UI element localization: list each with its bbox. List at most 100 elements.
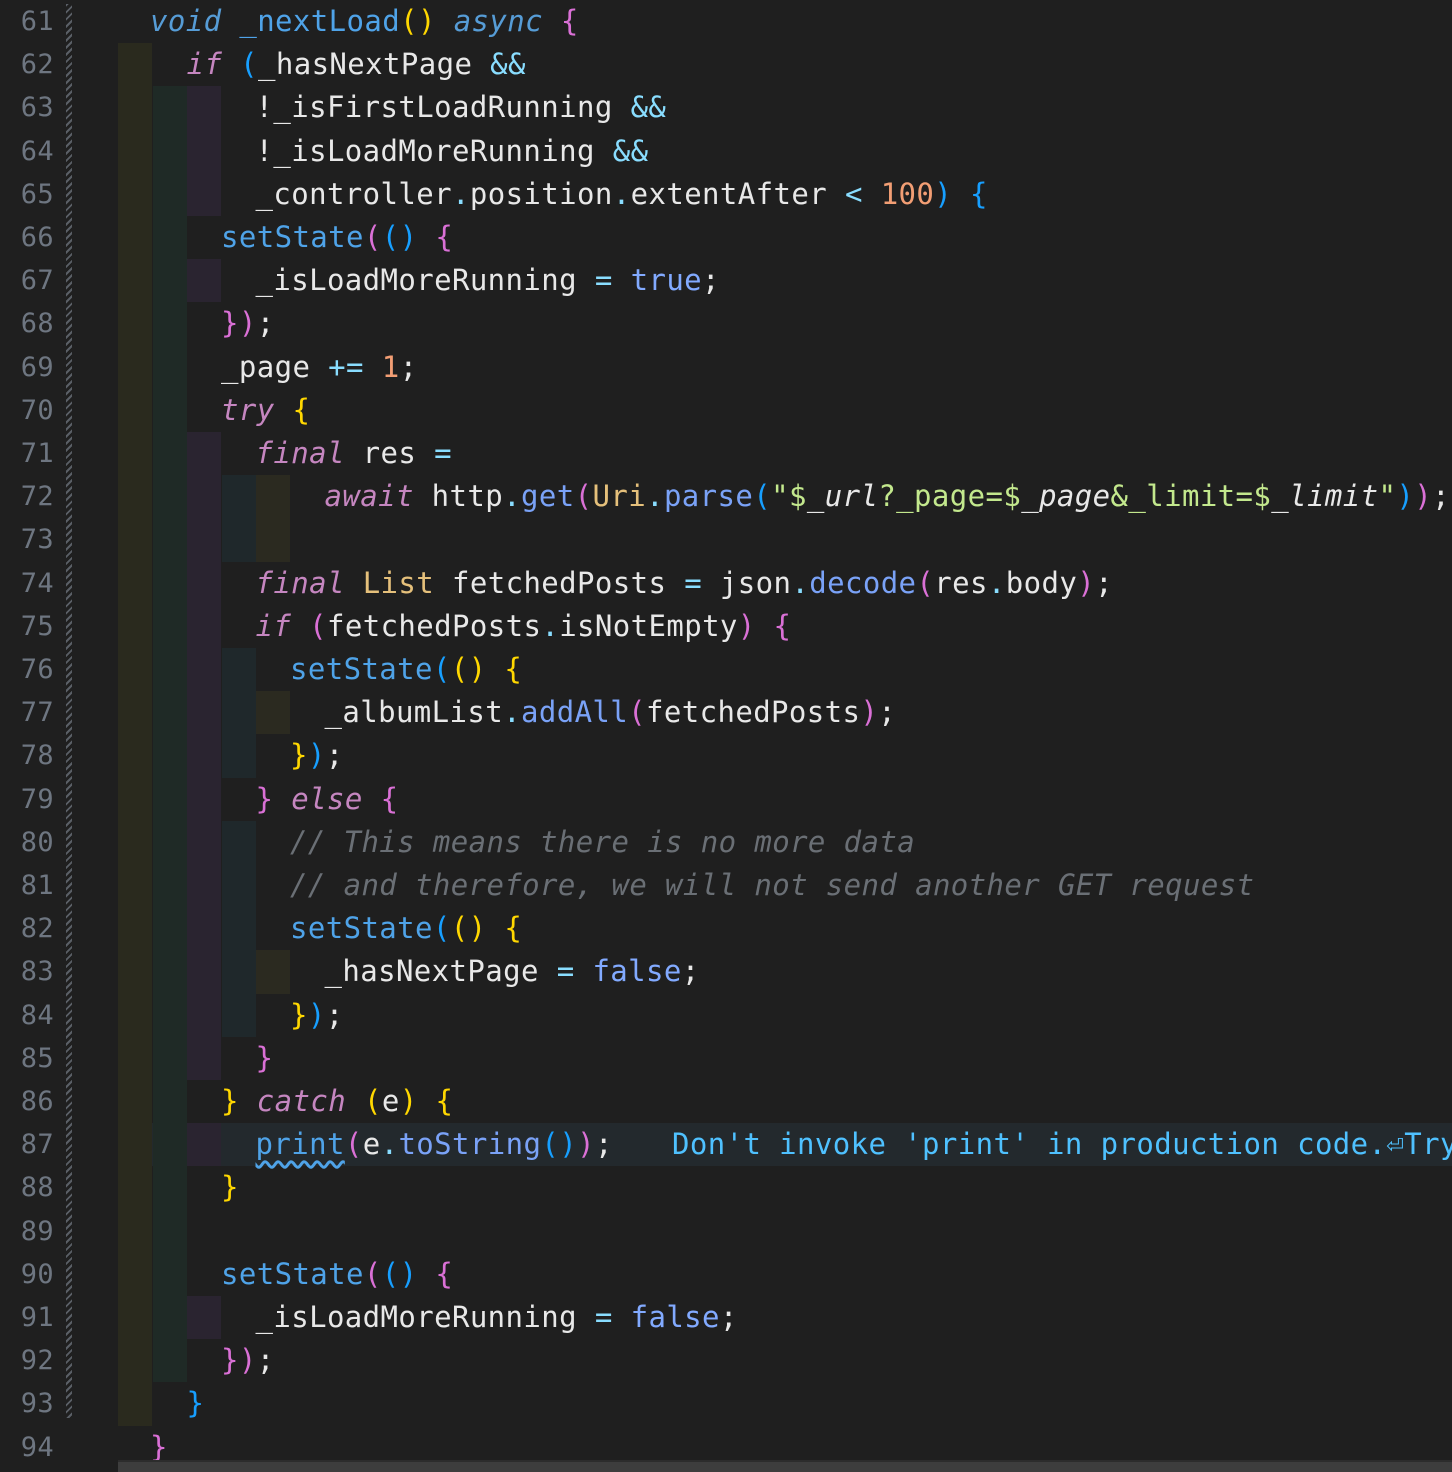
code-line[interactable]: 81 // and therefore, we will not send ano…	[0, 864, 1452, 908]
code-line[interactable]: 80 // This means there is no more data	[0, 820, 1452, 864]
line-number[interactable]: 73	[0, 518, 54, 561]
code-text[interactable]: }	[256, 1037, 274, 1080]
line-number[interactable]: 92	[0, 1339, 54, 1382]
line-number[interactable]: 69	[0, 346, 54, 389]
line-number[interactable]: 80	[0, 821, 54, 864]
code-line[interactable]: 66 setState(() {	[0, 216, 1452, 260]
code-line[interactable]: 90 setState(() {	[0, 1252, 1452, 1296]
code-line[interactable]: 64 !_isLoadMoreRunning &&	[0, 129, 1452, 173]
code-text[interactable]: final res =	[256, 432, 453, 475]
line-number[interactable]: 74	[0, 562, 54, 605]
code-text[interactable]: });	[290, 734, 344, 777]
code-text[interactable]: _isLoadMoreRunning = true;	[256, 259, 720, 302]
code-line[interactable]: 73	[0, 518, 1452, 562]
code-line[interactable]: 75 if (fetchedPosts.isNotEmpty) {	[0, 604, 1452, 648]
code-editor[interactable]: 61 void _nextLoad() async { 62 if (_hasNext…	[0, 0, 1452, 1472]
line-number[interactable]: 76	[0, 648, 54, 691]
line-number[interactable]: 65	[0, 173, 54, 216]
code-text[interactable]: setState(() {	[221, 216, 453, 259]
line-number[interactable]: 64	[0, 130, 54, 173]
line-number[interactable]: 67	[0, 259, 54, 302]
line-number[interactable]: 79	[0, 778, 54, 821]
code-line[interactable]: 93}	[0, 1382, 1452, 1426]
code-line[interactable]: 79 } else {	[0, 777, 1452, 821]
code-text[interactable]: print(e.toString());	[256, 1123, 613, 1166]
code-line[interactable]: 88}	[0, 1166, 1452, 1210]
code-text[interactable]: _albumList.addAll(fetchedPosts);	[325, 691, 897, 734]
line-number[interactable]: 86	[0, 1080, 54, 1123]
code-line[interactable]: 71 final res =	[0, 432, 1452, 476]
code-text[interactable]: } else {	[256, 778, 399, 821]
line-number[interactable]: 81	[0, 864, 54, 907]
code-text[interactable]: } catch (e) {	[221, 1080, 453, 1123]
line-number[interactable]: 75	[0, 605, 54, 648]
line-number[interactable]: 93	[0, 1382, 54, 1425]
code-line[interactable]: 84});	[0, 993, 1452, 1037]
code-text[interactable]: }	[187, 1382, 205, 1425]
line-number[interactable]: 91	[0, 1296, 54, 1339]
code-text[interactable]: !_isLoadMoreRunning &&	[256, 130, 649, 173]
code-line[interactable]: 62 if (_hasNextPage &&	[0, 43, 1452, 87]
code-text[interactable]: !_isFirstLoadRunning &&	[256, 86, 667, 129]
code-line[interactable]: 92});	[0, 1339, 1452, 1383]
code-text[interactable]: setState(() {	[290, 907, 522, 950]
code-text[interactable]: void _nextLoad() async {	[150, 0, 579, 43]
code-line[interactable]: 72 await http.get(Uri.parse("$_url?_page=…	[0, 475, 1452, 519]
horizontal-scroll-thumb[interactable]	[118, 1462, 1452, 1472]
code-text[interactable]: try {	[221, 389, 310, 432]
line-number[interactable]: 78	[0, 734, 54, 777]
code-text[interactable]: });	[221, 1339, 275, 1382]
line-number[interactable]: 82	[0, 907, 54, 950]
line-number[interactable]: 63	[0, 86, 54, 129]
line-number[interactable]: 72	[0, 475, 54, 518]
horizontal-scrollbar[interactable]	[118, 1460, 1452, 1472]
code-line[interactable]: 85}	[0, 1036, 1452, 1080]
code-line[interactable]: 83 _hasNextPage = false;	[0, 950, 1452, 994]
code-line[interactable]: 68});	[0, 302, 1452, 346]
line-number[interactable]: 61	[0, 0, 54, 43]
line-number[interactable]: 66	[0, 216, 54, 259]
code-text[interactable]: _hasNextPage = false;	[325, 950, 700, 993]
code-line[interactable]: 61 void _nextLoad() async {	[0, 0, 1452, 43]
line-number[interactable]: 90	[0, 1253, 54, 1296]
line-number[interactable]: 89	[0, 1210, 54, 1253]
code-text[interactable]: if (fetchedPosts.isNotEmpty) {	[256, 605, 792, 648]
line-number[interactable]: 94	[0, 1426, 54, 1469]
line-number[interactable]: 77	[0, 691, 54, 734]
code-line[interactable]: 87 print(e.toString()); Don't invoke 'prin…	[0, 1123, 1452, 1167]
line-number[interactable]: 68	[0, 302, 54, 345]
code-text[interactable]: await http.get(Uri.parse("$_url?_page=$_…	[325, 475, 1450, 518]
code-text[interactable]: // and therefore, we will not send anoth…	[290, 864, 1254, 907]
line-number[interactable]: 85	[0, 1037, 54, 1080]
line-number[interactable]: 70	[0, 389, 54, 432]
code-line[interactable]: 82 setState(() {	[0, 907, 1452, 951]
code-text[interactable]: });	[221, 302, 275, 345]
code-text[interactable]: setState(() {	[290, 648, 522, 691]
code-text[interactable]: if (_hasNextPage &&	[187, 43, 526, 86]
code-text[interactable]: _page += 1;	[221, 346, 418, 389]
code-line[interactable]: 91 _isLoadMoreRunning = false;	[0, 1296, 1452, 1340]
code-line[interactable]: 67 _isLoadMoreRunning = true;	[0, 259, 1452, 303]
line-number[interactable]: 87	[0, 1123, 54, 1166]
code-line[interactable]: 69 _page += 1;	[0, 345, 1452, 389]
line-number[interactable]: 88	[0, 1166, 54, 1209]
code-text[interactable]: _controller.position.extentAfter < 100) …	[256, 173, 988, 216]
code-line[interactable]: 77 _albumList.addAll(fetchedPosts);	[0, 691, 1452, 735]
line-number[interactable]: 62	[0, 43, 54, 86]
code-line[interactable]: 78});	[0, 734, 1452, 778]
line-number[interactable]: 84	[0, 994, 54, 1037]
code-text[interactable]: }	[221, 1166, 239, 1209]
code-text[interactable]: // This means there is no more data	[290, 821, 915, 864]
inline-diagnostic-message[interactable]: Don't invoke 'print' in production code.…	[672, 1123, 1452, 1166]
code-text[interactable]: setState(() {	[221, 1253, 453, 1296]
code-line[interactable]: 70 try {	[0, 388, 1452, 432]
code-line[interactable]: 63 !_isFirstLoadRunning &&	[0, 86, 1452, 130]
code-line[interactable]: 65 _controller.position.extentAfter < 100…	[0, 172, 1452, 216]
code-text[interactable]: final List fetchedPosts = json.decode(re…	[256, 562, 1113, 605]
line-number[interactable]: 83	[0, 950, 54, 993]
line-number[interactable]: 71	[0, 432, 54, 475]
code-text[interactable]: });	[290, 994, 344, 1037]
code-line[interactable]: 76 setState(() {	[0, 648, 1452, 692]
code-line[interactable]: 74 final List fetchedPosts = json.decode(…	[0, 561, 1452, 605]
code-line[interactable]: 86 } catch (e) {	[0, 1080, 1452, 1124]
